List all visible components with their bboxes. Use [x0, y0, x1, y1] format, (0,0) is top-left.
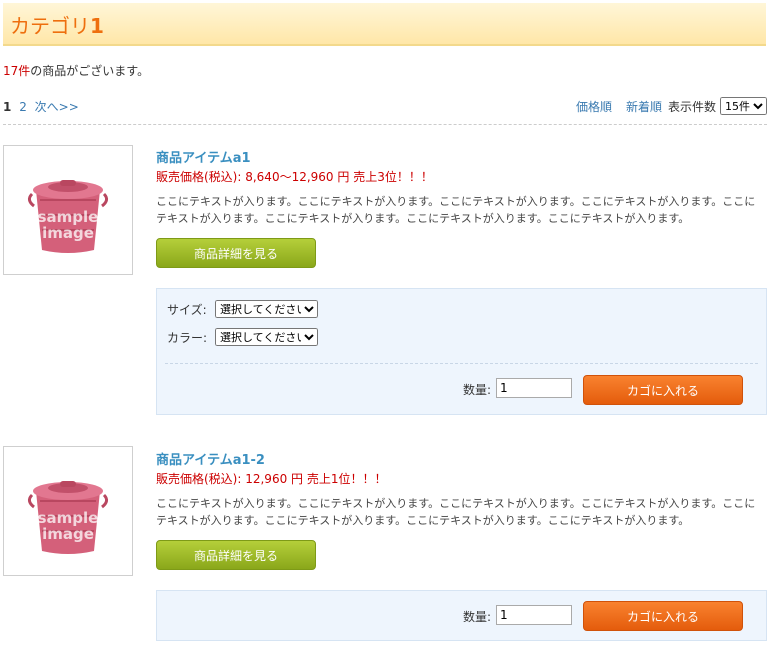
bucket-icon: sample image: [27, 180, 109, 253]
quantity-input[interactable]: [496, 378, 572, 398]
product-count-number: 17件: [3, 64, 31, 78]
category-number: 1: [90, 14, 104, 38]
watermark-line2: image: [42, 224, 94, 242]
product-count-text: の商品がございます。: [30, 64, 150, 78]
per-page-select[interactable]: 15件: [720, 97, 767, 115]
category-name: カテゴリ: [10, 14, 90, 38]
product-detail-button[interactable]: 商品詳細を見る: [156, 238, 316, 268]
quantity-input[interactable]: [496, 605, 572, 625]
bucket-icon: sample image: [27, 481, 109, 554]
cart-form: 数量: カゴに入れる: [156, 590, 767, 641]
pager-next-link[interactable]: 次へ>>: [35, 100, 79, 114]
pagination: 1 2 次へ>>: [3, 98, 83, 115]
size-select[interactable]: 選択してください: [215, 300, 318, 318]
per-page-label: 表示件数: [667, 99, 716, 114]
quantity-label: 数量:: [463, 610, 492, 624]
add-to-cart-button[interactable]: カゴに入れる: [583, 601, 743, 631]
product-name-link[interactable]: 商品アイテムa1: [156, 147, 251, 166]
cart-form: サイズ: 選択してください カラー: 選択してください 数量: カゴに入れる: [156, 288, 767, 415]
color-select[interactable]: 選択してください: [215, 328, 318, 346]
category-title-bar: カテゴリ1: [3, 3, 766, 46]
product-count: 17件の商品がございます。: [3, 62, 149, 79]
product-price: 販売価格(税込): 8,640～12,960 円 売上3位！！！: [156, 170, 433, 184]
pager-current-page: 1: [3, 100, 12, 114]
watermark-line2: image: [42, 525, 94, 543]
product-image[interactable]: sample image: [3, 145, 133, 275]
cart-form-divider: [165, 363, 758, 364]
product-price: 販売価格(税込): 12,960 円 売上1位！！！: [156, 472, 387, 486]
pager-page-2-link[interactable]: 2: [19, 100, 27, 114]
product-detail-button[interactable]: 商品詳細を見る: [156, 540, 316, 570]
add-to-cart-button[interactable]: カゴに入れる: [583, 375, 743, 405]
product-image[interactable]: sample image: [3, 446, 133, 576]
product-description: ここにテキストが入ります。ここにテキストが入ります。ここにテキストが入ります。こ…: [156, 497, 756, 527]
product-name-link[interactable]: 商品アイテムa1-2: [156, 449, 265, 468]
product-description: ここにテキストが入ります。ここにテキストが入ります。ここにテキストが入ります。こ…: [156, 195, 756, 225]
sort-by-price-link[interactable]: 価格順: [576, 98, 612, 115]
sort-bar: 価格順 新着順 表示件数 15件: [562, 97, 767, 115]
sort-by-newest-link[interactable]: 新着順: [626, 98, 662, 115]
quantity-label: 数量:: [463, 383, 492, 397]
color-label: カラー:: [167, 331, 208, 345]
page-title: カテゴリ1: [10, 14, 104, 38]
divider: [3, 124, 767, 125]
size-label: サイズ:: [167, 303, 207, 317]
